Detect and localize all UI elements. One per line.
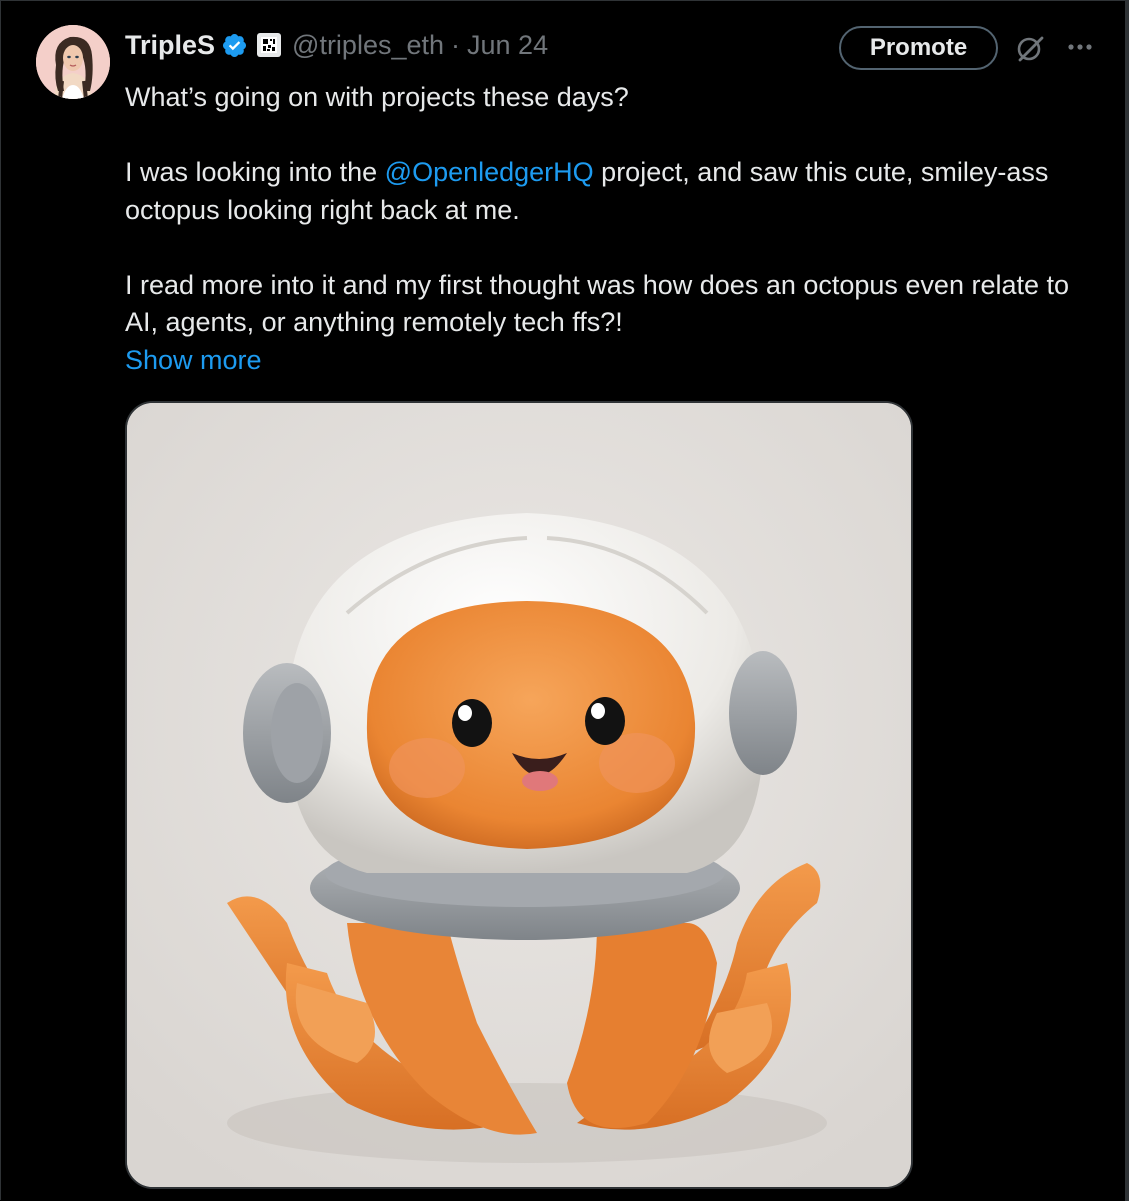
affiliate-badge-icon[interactable]	[257, 33, 282, 57]
avatar[interactable]	[36, 25, 110, 99]
author-handle[interactable]: @triples_eth	[292, 30, 444, 61]
text-paragraph: I read more into it and my first thought…	[125, 269, 1070, 338]
octopus-image	[127, 403, 911, 1187]
tweet-media[interactable]	[125, 401, 913, 1189]
tweet-text: What’s going on with projects these days…	[125, 79, 1085, 379]
show-more-link[interactable]: Show more	[125, 342, 262, 380]
avatar-image	[36, 25, 110, 99]
text-segment: I was looking into the	[125, 157, 385, 187]
verified-badge-icon	[221, 32, 248, 59]
separator-dot: ·	[451, 29, 461, 60]
tweet-card[interactable]: TripleS @triples_eth · Jun 24 Promote Wh…	[0, 0, 1129, 1201]
tweet-header: TripleS @triples_eth · Jun 24	[125, 27, 548, 63]
text-paragraph: I was looking into the @OpenledgerHQ pro…	[125, 154, 1085, 229]
more-options-icon[interactable]	[1064, 35, 1096, 59]
tweet-date[interactable]: Jun 24	[467, 30, 548, 61]
author-name[interactable]: TripleS	[125, 30, 215, 61]
divider	[1125, 1, 1129, 1201]
mention-link[interactable]: @OpenledgerHQ	[385, 157, 594, 187]
promote-button[interactable]: Promote	[839, 26, 998, 70]
text-line: What’s going on with projects these days…	[125, 82, 629, 112]
grok-icon[interactable]	[1012, 30, 1048, 66]
